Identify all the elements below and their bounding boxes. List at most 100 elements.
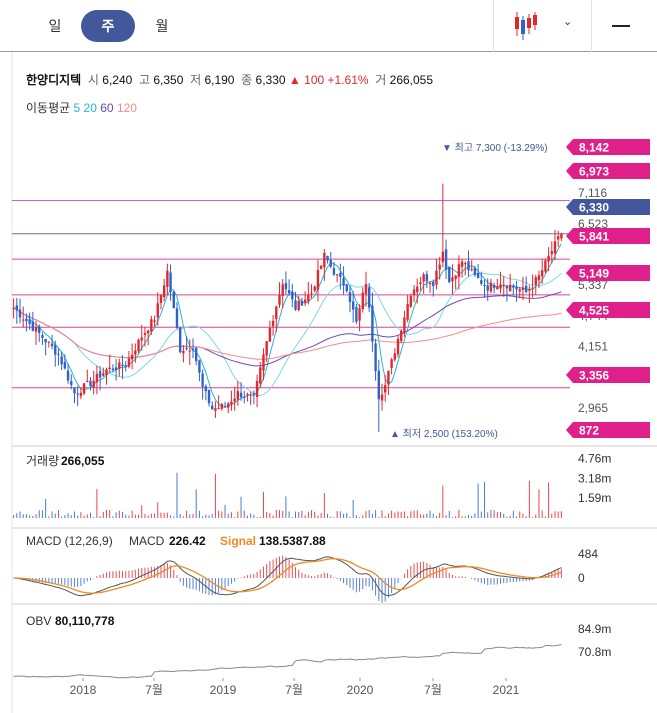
- candle-body: [515, 286, 518, 290]
- volume-bar: [323, 493, 325, 518]
- price-level-tag: 872: [566, 422, 650, 438]
- volume-bar: [455, 516, 457, 518]
- macd-histogram-bar: [339, 578, 341, 581]
- candle-body: [214, 408, 217, 411]
- candle-body: [448, 266, 451, 283]
- macd-histogram-bar: [272, 559, 274, 578]
- macd-histogram-bar: [250, 574, 252, 578]
- volume-bar: [176, 472, 178, 518]
- candle-body: [102, 373, 105, 376]
- candle-body: [294, 300, 297, 310]
- candle-body: [313, 286, 316, 291]
- macd-panel-label: MACD (12,26,9): [26, 534, 113, 548]
- volume-bar: [122, 511, 124, 518]
- macd-histogram-bar: [503, 578, 505, 584]
- candle-body: [124, 365, 127, 367]
- candle-body: [457, 264, 461, 278]
- x-tick-label: 7월: [424, 683, 442, 697]
- candle-body: [265, 341, 268, 356]
- volume-bar: [61, 516, 63, 518]
- obv-panel-label: OBV: [26, 614, 51, 628]
- volume-bar: [477, 483, 479, 518]
- volume-bar: [278, 510, 280, 518]
- volume-bar: [118, 510, 120, 518]
- stock-chart-svg[interactable]: 7,1166,5235,3374,7444,1513,5582,965▼ 최고 …: [0, 0, 657, 713]
- macd-histogram-bar: [134, 569, 136, 578]
- price-level-tag-label: 3,356: [579, 369, 609, 383]
- macd-histogram-bar: [471, 578, 473, 579]
- macd-histogram-bar: [211, 578, 213, 596]
- volume-bar: [243, 510, 245, 518]
- candle-body: [63, 361, 67, 369]
- macd-histogram-bar: [343, 578, 345, 584]
- volume-bar: [189, 514, 191, 518]
- price-tick-label: 7,116: [578, 186, 607, 200]
- volume-bar: [349, 516, 351, 518]
- volume-bar: [211, 513, 213, 518]
- volume-bar: [160, 512, 162, 518]
- volume-bar: [70, 515, 72, 518]
- volume-bar: [432, 513, 434, 518]
- volume-bar: [461, 516, 463, 518]
- candle-body: [556, 236, 560, 240]
- macd-histogram-bar: [115, 571, 117, 578]
- candle-body: [342, 278, 345, 286]
- candle-body: [156, 303, 159, 318]
- candle-body: [480, 280, 483, 284]
- macd-histogram-bar: [304, 574, 306, 578]
- volume-bar: [484, 481, 486, 518]
- volume-bar: [320, 512, 322, 518]
- macd-histogram-bar: [362, 578, 364, 590]
- macd-histogram-bar: [240, 577, 242, 578]
- candle-body: [332, 268, 336, 275]
- chart-app: 일 주 월 ⌄ 한양디지텍 시 6,240 고 6,350 저 6,190 종 …: [0, 0, 657, 713]
- x-tick-label: 7월: [285, 683, 303, 697]
- macd-histogram-bar: [410, 565, 412, 578]
- volume-bar: [423, 514, 425, 518]
- obv-tick-label: 84.9m: [578, 622, 611, 636]
- macd-histogram-bar: [96, 576, 98, 578]
- volume-bar: [512, 510, 514, 518]
- candle-body: [66, 370, 70, 381]
- candle-body: [483, 285, 486, 287]
- volume-bar: [400, 511, 402, 518]
- macd-histogram-bar: [461, 576, 463, 578]
- volume-bar: [109, 509, 111, 518]
- volume-bar: [551, 513, 553, 518]
- volume-bar: [234, 517, 236, 518]
- macd-histogram-bar: [41, 578, 43, 583]
- candle-body: [425, 274, 429, 282]
- volume-bar: [375, 509, 377, 518]
- candle-body: [57, 353, 60, 355]
- candle-body: [223, 406, 227, 408]
- candle-body: [76, 393, 79, 395]
- macd-tick-label: 484: [578, 547, 598, 561]
- candle-body: [367, 287, 371, 308]
- volume-bar: [493, 510, 495, 518]
- volume-bar: [96, 489, 98, 518]
- obv-line: [13, 644, 562, 679]
- candle-body: [134, 350, 137, 355]
- volume-bar: [471, 515, 473, 518]
- volume-bar: [288, 511, 290, 518]
- candle-body: [98, 371, 102, 378]
- candle-body: [31, 321, 35, 331]
- macd-histogram-bar: [327, 573, 329, 578]
- candle-body: [454, 275, 457, 279]
- price-level-tag-label: 4,525: [579, 304, 609, 318]
- candle-body: [387, 371, 390, 385]
- candle-body: [95, 373, 99, 383]
- x-tick-label: 2020: [347, 683, 374, 697]
- volume-bar: [64, 515, 66, 518]
- candle-body: [233, 398, 236, 402]
- volume-bar: [397, 511, 399, 518]
- candle-body: [60, 356, 63, 365]
- candle-body: [127, 358, 131, 367]
- macd-histogram-bar: [77, 578, 79, 588]
- macd-histogram-bar: [346, 578, 348, 586]
- volume-bar: [227, 513, 229, 518]
- volume-bar: [186, 510, 188, 518]
- candle-body: [211, 405, 214, 410]
- volume-bar: [407, 516, 409, 518]
- candle-body: [339, 273, 342, 277]
